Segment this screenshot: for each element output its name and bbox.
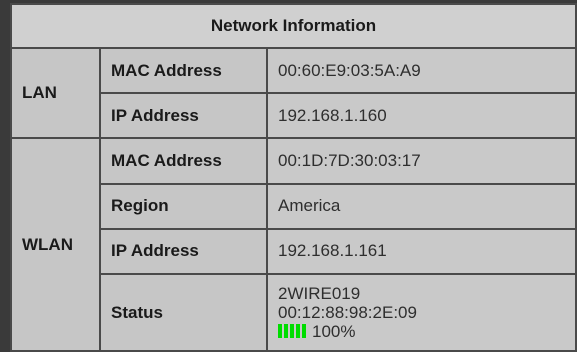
wlan-mac-value: 00:1D:7D:30:03:17 bbox=[266, 137, 577, 185]
lan-mac-label: MAC Address bbox=[99, 47, 268, 95]
signal-bar bbox=[302, 324, 306, 339]
wlan-region-label: Region bbox=[99, 182, 268, 230]
wlan-mac-label: MAC Address bbox=[99, 137, 268, 185]
table-row: LAN MAC Address 00:60:E9:03:5A:A9 bbox=[10, 47, 577, 140]
signal-bar bbox=[290, 324, 294, 339]
wlan-ip-value: 192.168.1.161 bbox=[266, 227, 577, 276]
lan-mac-value: 00:60:E9:03:5A:A9 bbox=[266, 47, 577, 95]
page-background: Network Information LAN MAC Address 00:6… bbox=[0, 0, 577, 352]
signal-bar bbox=[284, 324, 288, 339]
lan-ip-label: IP Address bbox=[99, 92, 268, 140]
wlan-region-value: America bbox=[266, 182, 577, 230]
wlan-signal: 100% bbox=[278, 322, 565, 341]
lan-ip-value: 192.168.1.160 bbox=[266, 92, 577, 140]
wlan-status-value: 2WIRE019 00:12:88:98:2E:09 100% bbox=[266, 273, 577, 352]
lan-group-label: LAN bbox=[10, 47, 101, 140]
signal-percent: 100% bbox=[312, 322, 356, 342]
table-row: WLAN MAC Address 00:1D:7D:30:03:17 bbox=[10, 137, 577, 352]
signal-strength-icon bbox=[278, 324, 306, 339]
signal-bar bbox=[278, 324, 282, 339]
table-header-row: Network Information bbox=[10, 2, 577, 50]
network-information-table: Network Information LAN MAC Address 00:6… bbox=[10, 2, 577, 352]
wlan-ip-label: IP Address bbox=[99, 227, 268, 276]
table-title: Network Information bbox=[10, 2, 577, 50]
wlan-group-label: WLAN bbox=[10, 137, 101, 352]
signal-bar bbox=[296, 324, 300, 339]
wlan-status-label: Status bbox=[99, 273, 268, 352]
wlan-ssid: 2WIRE019 bbox=[278, 284, 361, 304]
wlan-bssid: 00:12:88:98:2E:09 bbox=[278, 303, 417, 323]
